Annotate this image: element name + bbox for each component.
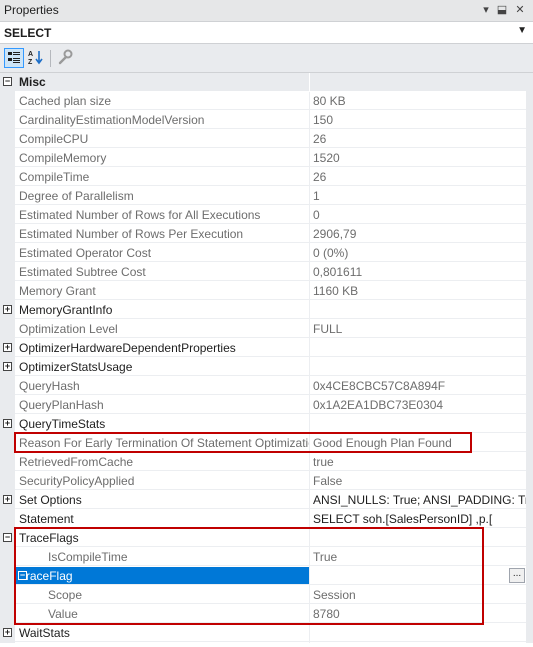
property-name: CompileTime <box>15 168 309 186</box>
property-value: 150 <box>310 111 526 129</box>
property-row[interactable]: Estimated Subtree Cost 0,801611 <box>0 263 533 282</box>
expand-icon[interactable]: + <box>3 305 12 314</box>
property-row-expandable[interactable]: + OptimizerStatsUsage <box>0 358 533 377</box>
collapse-icon[interactable]: − <box>3 533 12 542</box>
property-value: ANSI_NULLS: True; ANSI_PADDING: True; AN… <box>310 491 526 509</box>
property-name: OptimizerHardwareDependentProperties <box>15 339 309 357</box>
property-name: OptimizerStatsUsage <box>15 358 309 376</box>
property-value: 0 <box>310 206 526 224</box>
property-name: QueryTimeStats <box>15 415 309 433</box>
property-value: 0 (0%) <box>310 244 526 262</box>
property-value: FULL <box>310 320 526 338</box>
property-row[interactable]: SecurityPolicyApplied False <box>0 472 533 491</box>
property-name: SecurityPolicyApplied <box>15 472 309 490</box>
property-name: Cached plan size <box>15 92 309 110</box>
property-value: 80 KB <box>310 92 526 110</box>
property-row-expandable[interactable]: + OptimizerHardwareDependentProperties <box>0 339 533 358</box>
property-row[interactable]: QueryHash 0x4CE8CBC57C8A894F <box>0 377 533 396</box>
object-selector-value: SELECT <box>4 26 52 40</box>
object-selector[interactable]: SELECT ▼ <box>0 22 533 44</box>
property-value <box>310 339 526 357</box>
property-value: 0,801611 <box>310 263 526 281</box>
property-value <box>310 358 526 376</box>
property-name: Degree of Parallelism <box>15 187 309 205</box>
category-label: Misc <box>15 73 309 91</box>
svg-text:A: A <box>28 51 33 58</box>
property-name: CompileCPU <box>15 130 309 148</box>
highlight-box-traceflags <box>14 527 484 625</box>
property-row[interactable]: CompileCPU 26 <box>0 130 533 149</box>
property-row-expandable[interactable]: + MemoryGrantInfo <box>0 301 533 320</box>
property-name: Estimated Subtree Cost <box>15 263 309 281</box>
property-name: CardinalityEstimationModelVersion <box>15 111 309 129</box>
categorized-icon <box>8 52 20 63</box>
property-row[interactable]: RetrievedFromCache true <box>0 453 533 472</box>
toolbar-separator <box>50 50 51 67</box>
chevron-down-icon[interactable]: ▼ <box>517 25 527 36</box>
property-name: Statement <box>15 510 309 528</box>
svg-text:Z: Z <box>28 59 33 66</box>
expand-icon[interactable]: + <box>3 419 12 428</box>
property-row[interactable]: CompileTime 26 <box>0 168 533 187</box>
property-row[interactable]: CardinalityEstimationModelVersion 150 <box>0 111 533 130</box>
property-value: 2906,79 <box>310 225 526 243</box>
property-name: Estimated Number of Rows Per Execution <box>15 225 309 243</box>
property-value: 1160 KB <box>310 282 526 300</box>
property-row-expandable[interactable]: + Set Options ANSI_NULLS: True; ANSI_PAD… <box>0 491 533 510</box>
property-name: Memory Grant <box>15 282 309 300</box>
highlight-box-early-termination <box>14 432 472 453</box>
alphabetical-icon: A Z <box>28 51 43 66</box>
property-value: 0x4CE8CBC57C8A894F <box>310 377 526 395</box>
property-value: true <box>310 453 526 471</box>
pin-icon[interactable]: ⬓ <box>494 2 510 18</box>
category-misc[interactable]: − Misc <box>0 73 533 92</box>
wrench-icon <box>58 49 73 65</box>
property-name: Optimization Level <box>15 320 309 338</box>
expand-icon[interactable]: + <box>3 628 12 637</box>
property-row[interactable]: QueryPlanHash 0x1A2EA1DBC73E0304 <box>0 396 533 415</box>
window-menu-dropdown-icon[interactable]: ▾ <box>478 2 494 18</box>
property-row[interactable]: Optimization Level FULL <box>0 320 533 339</box>
property-value: False <box>310 472 526 490</box>
property-value: SELECT soh.[SalesPersonID] ,p.[ <box>310 510 526 528</box>
property-name: MemoryGrantInfo <box>15 301 309 319</box>
property-name: RetrievedFromCache <box>15 453 309 471</box>
expand-icon[interactable]: + <box>3 362 12 371</box>
properties-toolbar: A Z <box>0 44 533 73</box>
expand-icon[interactable]: + <box>3 495 12 504</box>
properties-titlebar: Properties ▾ ⬓ ✕ <box>0 0 533 22</box>
expand-icon[interactable]: + <box>3 343 12 352</box>
property-value <box>310 301 526 319</box>
scrollbar-track[interactable] <box>526 73 533 92</box>
property-row[interactable]: Degree of Parallelism 1 <box>0 187 533 206</box>
property-row[interactable]: CompileMemory 1520 <box>0 149 533 168</box>
property-row-expandable[interactable]: + WaitStats <box>0 624 533 643</box>
window-title: Properties <box>4 3 59 17</box>
property-value: 1520 <box>310 149 526 167</box>
property-name: Estimated Number of Rows for All Executi… <box>15 206 309 224</box>
property-row[interactable]: Estimated Number of Rows Per Execution 2… <box>0 225 533 244</box>
property-name: CompileMemory <box>15 149 309 167</box>
property-name: WaitStats <box>15 624 309 642</box>
property-row[interactable]: Memory Grant 1160 KB <box>0 282 533 301</box>
property-name: QueryPlanHash <box>15 396 309 414</box>
property-value: 0x1A2EA1DBC73E0304 <box>310 396 526 414</box>
alphabetical-button[interactable]: A Z <box>27 48 47 68</box>
ellipsis-button[interactable]: ... <box>509 568 525 583</box>
collapse-icon[interactable]: − <box>3 77 12 86</box>
property-name: Set Options <box>15 491 309 509</box>
property-row[interactable]: Estimated Operator Cost 0 (0%) <box>0 244 533 263</box>
property-value <box>310 415 526 433</box>
property-value <box>310 624 526 642</box>
categorized-button[interactable] <box>4 48 24 68</box>
property-name: Estimated Operator Cost <box>15 244 309 262</box>
property-value: 1 <box>310 187 526 205</box>
property-pages-button[interactable] <box>56 48 76 68</box>
property-value: 26 <box>310 168 526 186</box>
property-row[interactable]: Cached plan size 80 KB <box>0 92 533 111</box>
property-row[interactable]: Estimated Number of Rows for All Executi… <box>0 206 533 225</box>
close-icon[interactable]: ✕ <box>512 2 528 18</box>
property-name: QueryHash <box>15 377 309 395</box>
property-value: 26 <box>310 130 526 148</box>
